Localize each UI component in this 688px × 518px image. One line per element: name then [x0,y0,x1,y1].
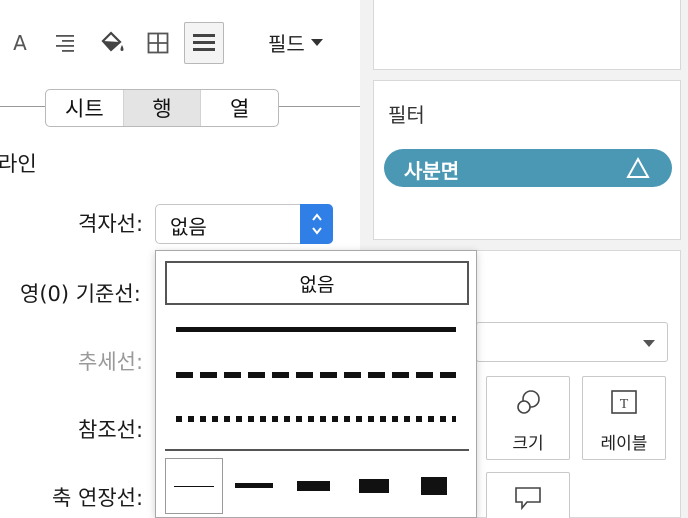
chevron-down-icon [310,39,323,46]
zero-line-label: 영(0) 기준선: [20,282,141,306]
label-button-label: 레이블 [600,434,648,454]
lines-icon[interactable] [184,22,224,64]
align-icon[interactable] [46,22,86,64]
field-dropdown-label: 필드 [268,32,305,56]
font-icon[interactable]: A [0,22,40,64]
shading-icon[interactable] [92,22,132,64]
label-icon: T [583,389,665,415]
popup-divider [165,449,469,451]
line-option-none[interactable]: 없음 [165,261,469,305]
tab-sheet[interactable]: 시트 [46,90,124,126]
line-weight-2[interactable] [235,483,273,488]
line-weight-3[interactable] [297,481,330,491]
line-pattern-dotted[interactable] [176,416,456,422]
font-icon-glyph: A [13,31,27,55]
mark-type-select[interactable] [476,322,668,362]
line-weight-4[interactable] [359,479,389,493]
line-style-popup: 없음 [155,250,477,518]
svg-text:T: T [620,397,629,412]
filters-panel: 필터 사분면 [373,80,681,240]
tooltip-button[interactable] [486,472,570,518]
scope-tabs: 시트 행 열 [45,89,279,127]
tooltip-icon [487,485,569,511]
grid-lines-select[interactable]: 없음 [155,204,333,244]
select-stepper-icon[interactable] [300,204,333,244]
filter-pill[interactable]: 사분면 [384,149,672,187]
size-button-label: 크기 [512,434,544,454]
axis-rulers-label: 축 연장선: [52,486,144,510]
section-title: 라인 [0,152,37,176]
line-weight-5[interactable] [421,477,447,495]
grid-lines-value: 없음 [170,215,207,239]
grid-lines-label: 격자선: [78,212,144,236]
line-pattern-dashed[interactable] [176,372,456,378]
filter-pill-label: 사분면 [404,159,460,183]
tab-column[interactable]: 열 [201,90,278,126]
field-dropdown[interactable]: 필드 [268,28,323,57]
size-icon [487,389,569,417]
chevron-down-icon [643,340,655,347]
tab-row[interactable]: 행 [123,90,202,126]
reference-lines-label: 참조선: [78,418,144,442]
filters-title: 필터 [388,103,425,127]
delta-icon [626,154,650,186]
borders-icon[interactable] [138,22,178,64]
size-button[interactable]: 크기 [486,376,570,460]
trend-lines-label: 추세선: [78,350,144,374]
pages-panel [373,0,681,70]
line-weight-1[interactable] [165,458,223,514]
line-pattern-solid[interactable] [176,327,456,332]
label-button[interactable]: T 레이블 [582,376,666,460]
